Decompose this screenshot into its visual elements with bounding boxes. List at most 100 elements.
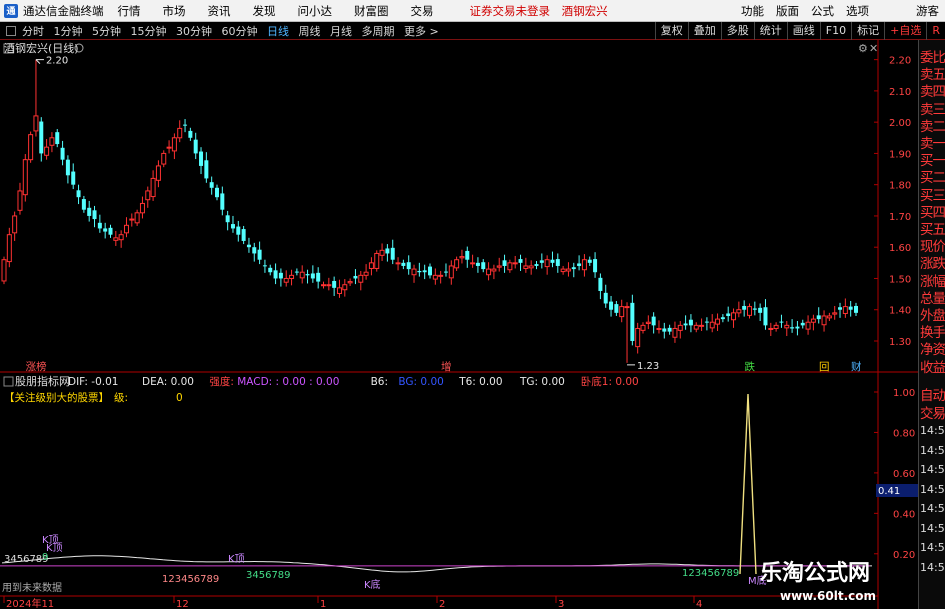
candle-body [560,268,566,273]
period-monthly[interactable]: 月线 [330,25,352,38]
tool-duogu[interactable]: 多股 [720,22,754,40]
menu-shichang[interactable]: 市场 [163,3,186,19]
trade-login-status[interactable]: 证券交易未登录 [470,4,551,18]
period-1min[interactable]: 1分钟 [54,25,83,38]
main-menu: 行情 市场 资讯 发现 问小达 财富圈 交易 [118,3,456,19]
menu-xuanxiang[interactable]: 选项 [846,3,869,19]
candle-body [821,315,827,326]
side-lower-item[interactable]: 自动 [920,384,945,404]
candle-body [587,259,592,263]
indicator-y-tick-label: 0.40 [893,509,915,520]
tool-add-favorite[interactable]: +自选 [884,22,926,40]
main-y-tick-label: 1.30 [889,337,911,348]
candle-body [571,267,576,270]
candle-body [87,207,92,216]
candle-body [491,268,497,272]
x-tick-label: 3 [558,599,564,609]
candle-body [129,218,135,221]
period-more[interactable]: 更多 > [404,25,439,38]
candle-body [230,224,235,229]
candle-body [347,281,353,284]
candle-body [656,327,662,330]
tool-tongji[interactable]: 统计 [753,22,787,40]
indicator-value: 强度: [209,375,234,388]
tool-huaxian[interactable]: 画线 [786,22,820,40]
candle-body [677,324,683,331]
tool-fuquan[interactable]: 复权 [654,22,688,40]
main-y-tick-label: 1.40 [889,306,911,317]
period-5min[interactable]: 5分钟 [92,25,121,38]
side-time: 14:56 [920,560,945,574]
candle-body [726,313,731,316]
signal-marker: 增 [441,360,452,373]
candle-body [150,177,156,198]
candle-body [683,323,688,326]
candle-body [523,265,529,269]
candle-body [848,306,853,310]
indicator-y-tick-label: 1.00 [893,388,915,399]
candle-body [268,267,273,273]
indicator-annotations: K顶K顶K顶K底 M底3456789123456789 3456789 1234567… [4,534,767,591]
candle-body [33,115,39,132]
candle-body [550,259,555,263]
side-time: 14:56 [920,443,945,457]
main-y-tick-label: 1.50 [889,274,911,285]
candle-body [283,277,289,283]
side-item[interactable]: 收益 [920,356,945,376]
main-y-tick-label: 2.00 [889,118,911,129]
candle-body [310,273,315,279]
candle-body [481,262,486,270]
x-tick-label: 12 [176,599,189,609]
period-daily[interactable]: 日线 [267,25,289,38]
indicator-spike-line [739,393,757,575]
candle-body [123,224,129,234]
settings-icon[interactable]: ⚙ [858,42,868,55]
candle-body [417,270,422,273]
menu-hangqing[interactable]: 行情 [118,3,141,19]
period-30min[interactable]: 30分钟 [176,25,212,38]
corner-r-button[interactable]: R [926,22,945,40]
tool-biaoji[interactable]: 标记 [851,22,884,40]
candle-body [71,171,76,185]
tool-f10[interactable]: F10 [819,22,851,40]
period-fenshi[interactable]: 分时 [22,25,44,38]
x-axis: 2024年11 12 1 2 3 4 [3,596,702,609]
future-data-note: 用到未来数据 [2,581,62,594]
indicator-value: MACD: : 0.00 : 0.00 [237,376,339,388]
level-value: 0 [176,392,183,404]
candle-body [699,324,705,327]
menu-jiaoyi[interactable]: 交易 [411,3,434,19]
menu-faxian[interactable]: 发现 [253,3,276,19]
kline-chart[interactable]: 酒钢宏兴(日线) ⚙ ✕ 2.20 2.10 2.00 1.90 1.80 1.70 1.6… [0,40,945,609]
toolbar-checkbox[interactable] [6,25,16,36]
candle-body [1,259,7,282]
x-tick-label: 2024年11 [6,597,54,609]
candle-body [448,265,454,279]
menu-gongneng[interactable]: 功能 [741,3,764,19]
close-panel-icon[interactable]: ✕ [869,42,878,55]
menu-zixun[interactable]: 资讯 [208,3,231,19]
candle-body [518,259,523,263]
signal-marker: 回 [819,361,830,373]
tool-diejia[interactable]: 叠加 [687,22,721,40]
indicator-checkbox[interactable] [3,376,14,387]
candle-body [139,202,145,214]
candle-body [390,247,395,260]
period-15min[interactable]: 15分钟 [131,25,167,38]
candle-body [241,229,246,241]
period-weekly[interactable]: 周线 [299,25,321,38]
indicator-header: 股朋指标网 DIF: -0.01 DEA: 0.00 强度: MACD: : 0.00… [3,374,639,404]
menu-caifuquan[interactable]: 财富圈 [354,3,389,19]
period-60min[interactable]: 60分钟 [222,25,258,38]
menu-gongshi[interactable]: 公式 [811,3,834,19]
indicator-white-line [1,555,872,573]
candle-body [731,312,737,321]
guest-login[interactable]: 游客 [916,3,939,19]
indicator-name[interactable]: 股朋指标网 [15,374,70,388]
menu-wenxiaoda[interactable]: 问小达 [298,3,333,19]
candle-body [838,307,843,310]
period-multi[interactable]: 多周期 [362,25,395,38]
side-lower-item[interactable]: 交易 [920,402,945,422]
candle-body [92,210,97,220]
menu-banmian[interactable]: 版面 [776,3,799,19]
